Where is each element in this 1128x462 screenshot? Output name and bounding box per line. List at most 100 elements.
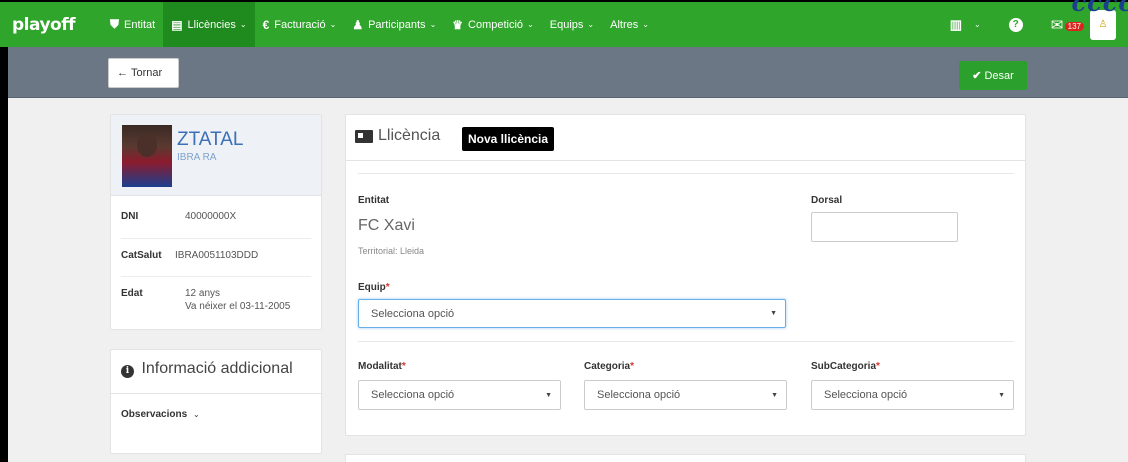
- modalitat-select-value: Selecciona opció: [371, 389, 455, 401]
- chevron-down-icon: ⌄: [239, 20, 247, 29]
- edat-label: Edat: [121, 288, 143, 299]
- edat-row: Edat 12 anys Va néixer el 03-11-2005: [121, 285, 311, 325]
- new-licence-badge: Nova llicència: [462, 127, 555, 151]
- shield-icon: ⛊: [110, 17, 120, 31]
- mail-count-badge: 137: [1064, 21, 1084, 31]
- dni-label: DNI: [121, 211, 139, 222]
- categoria-select[interactable]: Selecciona opció ▼: [584, 380, 787, 410]
- person-photo: [122, 125, 172, 187]
- check-icon: ✔: [972, 70, 982, 82]
- id-card-icon: [355, 130, 373, 143]
- next-card: [345, 454, 1026, 462]
- bar-chart-icon: ▥: [949, 16, 963, 32]
- save-button[interactable]: ✔ Desar: [959, 61, 1027, 90]
- save-button-label: Desar: [984, 69, 1014, 82]
- help-button[interactable]: ?: [1008, 17, 1023, 32]
- person-name[interactable]: ZTATAL: [177, 129, 244, 151]
- caret-down-icon: ▼: [545, 391, 552, 399]
- required-mark: *: [630, 361, 635, 372]
- dni-value: 40000000X: [185, 211, 237, 222]
- chevron-down-icon: ⌄: [329, 20, 337, 29]
- caret-down-icon: ▼: [771, 391, 778, 399]
- nav-facturacio[interactable]: € Facturació ⌄: [255, 2, 345, 47]
- user-icon: ♟: [352, 17, 364, 32]
- question-icon: ?: [1008, 17, 1023, 32]
- equip-select-value: Selecciona opció: [371, 307, 455, 320]
- top-navbar: playoff ⛊ Entitat ▤ Llicències ⌄ € Factu…: [0, 0, 1128, 47]
- divider: [358, 341, 1014, 342]
- nav-altres-label: Altres: [610, 18, 639, 31]
- back-button[interactable]: ← Tornar: [108, 58, 179, 88]
- entitat-value: FC Xavi: [358, 217, 415, 234]
- action-bar: ← Tornar ✔ Desar: [8, 47, 1128, 98]
- nav-llicencies[interactable]: ▤ Llicències ⌄: [163, 2, 255, 47]
- person-card: ZTATAL IBRA RA DNI 40000000X CatSalut IB…: [110, 114, 322, 330]
- catsalut-value: IBRA0051103DDD: [175, 250, 259, 261]
- subcategoria-select[interactable]: Selecciona opció ▼: [811, 380, 1014, 410]
- chevron-down-icon: ⌄: [429, 20, 437, 29]
- dni-row: DNI 40000000X: [121, 208, 311, 239]
- required-mark: *: [385, 282, 390, 293]
- modalitat-label: Modalitat*: [358, 361, 406, 372]
- chevron-down-icon: ⌄: [974, 20, 981, 29]
- dorsal-label: Dorsal: [811, 195, 843, 206]
- modalitat-label-text: Modalitat: [358, 361, 402, 372]
- nav-participants-label: Participants: [368, 18, 426, 31]
- catsalut-label: CatSalut: [121, 250, 162, 261]
- licence-card: Llicència Nova llicència Entitat FC Xavi…: [345, 114, 1026, 436]
- nav-equips-label: Equips: [549, 18, 584, 31]
- euro-icon: €: [262, 17, 270, 32]
- envelope-icon: ✉: [1050, 16, 1064, 34]
- info-icon: i: [121, 365, 134, 378]
- birth-date-text: Va néixer el 03-11-2005: [185, 301, 291, 312]
- nav-participants[interactable]: ♟ Participants ⌄: [344, 2, 444, 47]
- subcategoria-label: SubCategoria*: [811, 361, 880, 372]
- equip-label-text: Equip: [358, 282, 386, 293]
- chevron-down-icon: ⌄: [192, 410, 200, 419]
- club-crest-icon: ♙: [1098, 19, 1108, 30]
- trophy-icon: ♛: [452, 17, 464, 32]
- equip-label: Equip*: [358, 282, 390, 293]
- categoria-select-value: Selecciona opció: [597, 389, 681, 401]
- app-logo[interactable]: playoff: [12, 15, 102, 35]
- licence-card-header: Llicència Nova llicència: [346, 115, 1025, 161]
- observacions-toggle[interactable]: Observacions ⌄: [121, 409, 200, 420]
- chevron-down-icon: ⌄: [527, 20, 534, 29]
- required-mark: *: [401, 361, 406, 372]
- back-button-label: Tornar: [131, 67, 163, 79]
- divider: [358, 173, 1014, 174]
- subcategoria-select-value: Selecciona opció: [824, 389, 908, 401]
- equip-select[interactable]: Selecciona opció ▼: [358, 299, 786, 328]
- observacions-label: Observacions: [121, 409, 188, 420]
- chevron-down-icon: ⌄: [642, 20, 649, 29]
- additional-info-title-text: Informació addicional: [141, 360, 293, 377]
- nav-entitat[interactable]: ⛊ Entitat: [102, 2, 163, 47]
- nav-llicencies-label: Llicències: [187, 18, 236, 31]
- additional-info-title: i Informació addicional: [121, 360, 293, 378]
- additional-info-card: i Informació addicional Observacions ⌄: [110, 349, 322, 454]
- frame-border: [0, 47, 8, 462]
- modalitat-select[interactable]: Selecciona opció ▼: [358, 380, 561, 410]
- stats-menu[interactable]: ▥ ⌄: [950, 17, 981, 33]
- categoria-label-text: Categoria: [584, 361, 631, 372]
- caret-down-icon: ▼: [770, 310, 777, 317]
- required-mark: *: [876, 361, 880, 372]
- nav-equips[interactable]: Equips ⌄: [542, 2, 602, 47]
- subcategoria-label-text: SubCategoria: [811, 361, 877, 372]
- dorsal-input[interactable]: [811, 212, 958, 242]
- arrow-left-icon: ←: [117, 67, 128, 79]
- chevron-down-icon: ⌄: [587, 20, 595, 29]
- territorial-text: Territorial: Lleida: [358, 246, 425, 256]
- nav-competicio[interactable]: ♛ Competició ⌄: [444, 2, 542, 47]
- mail-menu[interactable]: ✉ 137 ⌄: [1050, 16, 1084, 34]
- nav-entitat-label: Entitat: [124, 18, 156, 31]
- divider: [111, 393, 321, 394]
- nav-altres[interactable]: Altres ⌄: [602, 2, 657, 47]
- categoria-label: Categoria*: [584, 361, 634, 372]
- person-subname: IBRA RA: [177, 152, 217, 163]
- brand-watermark: cccc: [1071, 0, 1128, 17]
- person-card-header: ZTATAL IBRA RA: [111, 115, 321, 196]
- catsalut-row: CatSalut IBRA0051103DDD: [121, 243, 311, 277]
- entitat-label: Entitat: [358, 195, 390, 206]
- caret-down-icon: ▼: [998, 391, 1005, 399]
